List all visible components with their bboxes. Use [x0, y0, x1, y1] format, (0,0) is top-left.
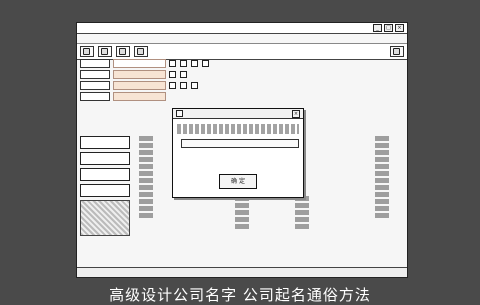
toolbar-button[interactable] — [80, 46, 94, 57]
maximize-button[interactable]: □ — [384, 24, 393, 32]
dialog-icon — [176, 110, 183, 117]
nav-button[interactable] — [80, 152, 130, 165]
status-bar — [77, 267, 407, 277]
left-nav — [80, 136, 130, 236]
dialog-title-bar: × — [173, 109, 303, 119]
toolbar-button[interactable] — [98, 46, 112, 57]
form-input[interactable] — [113, 70, 166, 79]
nav-button[interactable] — [80, 184, 130, 197]
minimize-button[interactable]: _ — [373, 24, 382, 32]
form-label — [80, 81, 110, 90]
form-input[interactable] — [113, 81, 166, 90]
form-row — [80, 80, 406, 91]
option-checkbox[interactable] — [169, 71, 176, 78]
dialog-field-row — [177, 139, 299, 148]
form-row — [80, 69, 406, 80]
results-column — [139, 136, 153, 218]
toolbar-button[interactable] — [134, 46, 148, 57]
option-checkbox[interactable] — [169, 60, 176, 67]
form-label — [80, 92, 110, 101]
toolbar-button[interactable] — [116, 46, 130, 57]
form-label — [80, 59, 110, 68]
tool-icon — [137, 48, 144, 55]
option-checkbox[interactable] — [191, 60, 198, 67]
close-icon[interactable]: × — [292, 109, 300, 118]
form-input[interactable] — [113, 92, 166, 101]
option-checkbox[interactable] — [180, 60, 187, 67]
results-column — [375, 136, 389, 218]
tool-icon — [83, 48, 90, 55]
nav-image — [80, 200, 130, 236]
ok-button[interactable]: 确 定 — [219, 174, 257, 189]
input-dialog: × 确 定 — [172, 108, 304, 198]
form-row — [80, 58, 406, 69]
toolbar-button[interactable] — [390, 46, 404, 57]
form-row — [80, 91, 406, 102]
title-bar: _ □ × — [77, 23, 407, 34]
tool-icon — [101, 48, 108, 55]
tool-icon — [119, 48, 126, 55]
option-checkbox[interactable] — [180, 82, 187, 89]
caption-text: 高级设计公司名字 公司起名通俗方法 — [109, 286, 371, 304]
close-button[interactable]: × — [395, 24, 404, 32]
dialog-input[interactable] — [181, 139, 299, 148]
nav-button[interactable] — [80, 136, 130, 149]
option-checkbox[interactable] — [169, 82, 176, 89]
results-column — [295, 196, 309, 229]
nav-button[interactable] — [80, 168, 130, 181]
dialog-message — [177, 124, 299, 134]
option-checkbox[interactable] — [180, 71, 187, 78]
form-input[interactable] — [113, 59, 166, 68]
dialog-field-row — [177, 153, 299, 162]
search-form — [80, 58, 406, 102]
menu-bar — [77, 34, 407, 44]
results-column — [235, 196, 249, 229]
form-label — [80, 70, 110, 79]
tool-icon — [393, 48, 400, 55]
option-checkbox[interactable] — [202, 60, 209, 67]
option-checkbox[interactable] — [191, 82, 198, 89]
